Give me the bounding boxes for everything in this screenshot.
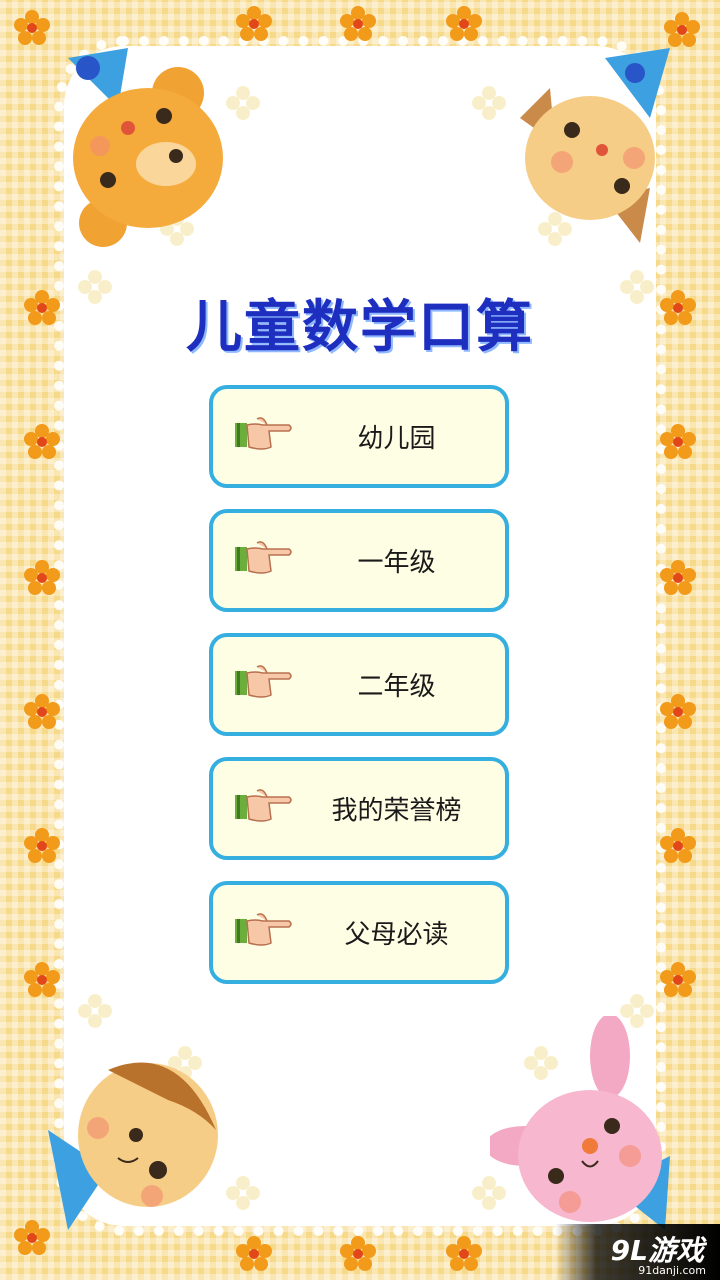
flower-icon [14,1220,50,1255]
bear-character-icon [68,48,223,247]
flower-icon [236,1236,272,1271]
honor-roll-button[interactable]: 我的荣誉榜 [209,757,509,860]
pointing-hand-icon [235,417,292,450]
menu-label: 幼儿园 [357,424,436,454]
flower-icon [660,694,696,729]
flower-icon [24,560,60,595]
flower-icon [24,694,60,729]
sparkle-icon [226,86,260,120]
menu-label: 二年级 [357,672,436,702]
app-title: 儿童数学口算 [186,295,534,360]
flower-icon [660,424,696,459]
menu-label: 父母必读 [344,920,449,950]
flower-icon [14,10,50,45]
flower-icon [24,962,60,997]
pointing-hand-icon [235,541,292,574]
menu-label: 我的荣誉榜 [331,796,462,826]
grade-one-button[interactable]: 一年级 [209,509,509,612]
main-menu: 幼儿园 一年级 二年级 我的荣誉榜 父母必读 [209,385,511,1005]
flower-icon [446,6,482,41]
flower-icon [660,560,696,595]
flower-icon [340,1236,376,1271]
sparkle-icon [78,994,112,1028]
pointing-hand-icon [235,665,292,698]
hamster-character-icon [520,48,670,243]
sparkle-icon [472,86,506,120]
flower-icon [660,828,696,863]
kindergarten-button[interactable]: 幼儿园 [209,385,509,488]
rabbit-character-icon [490,1016,670,1230]
parents-guide-button[interactable]: 父母必读 [209,881,509,984]
flower-icon [446,1236,482,1271]
flower-icon [340,6,376,41]
sparkle-icon [226,1176,260,1210]
flower-icon [660,962,696,997]
flower-icon [24,828,60,863]
flower-icon [664,12,700,47]
watermark-logo: 9L游戏 [610,1234,704,1267]
pointing-hand-icon [235,789,292,822]
watermark-url: 91danji.com [638,1264,706,1277]
pointing-hand-icon [235,913,292,946]
flower-icon [24,424,60,459]
menu-label: 一年级 [357,548,436,578]
grade-two-button[interactable]: 二年级 [209,633,509,736]
boy-character-icon [48,1062,218,1230]
site-watermark: 9L游戏 91danji.com [555,1224,720,1280]
flower-icon [236,6,272,41]
